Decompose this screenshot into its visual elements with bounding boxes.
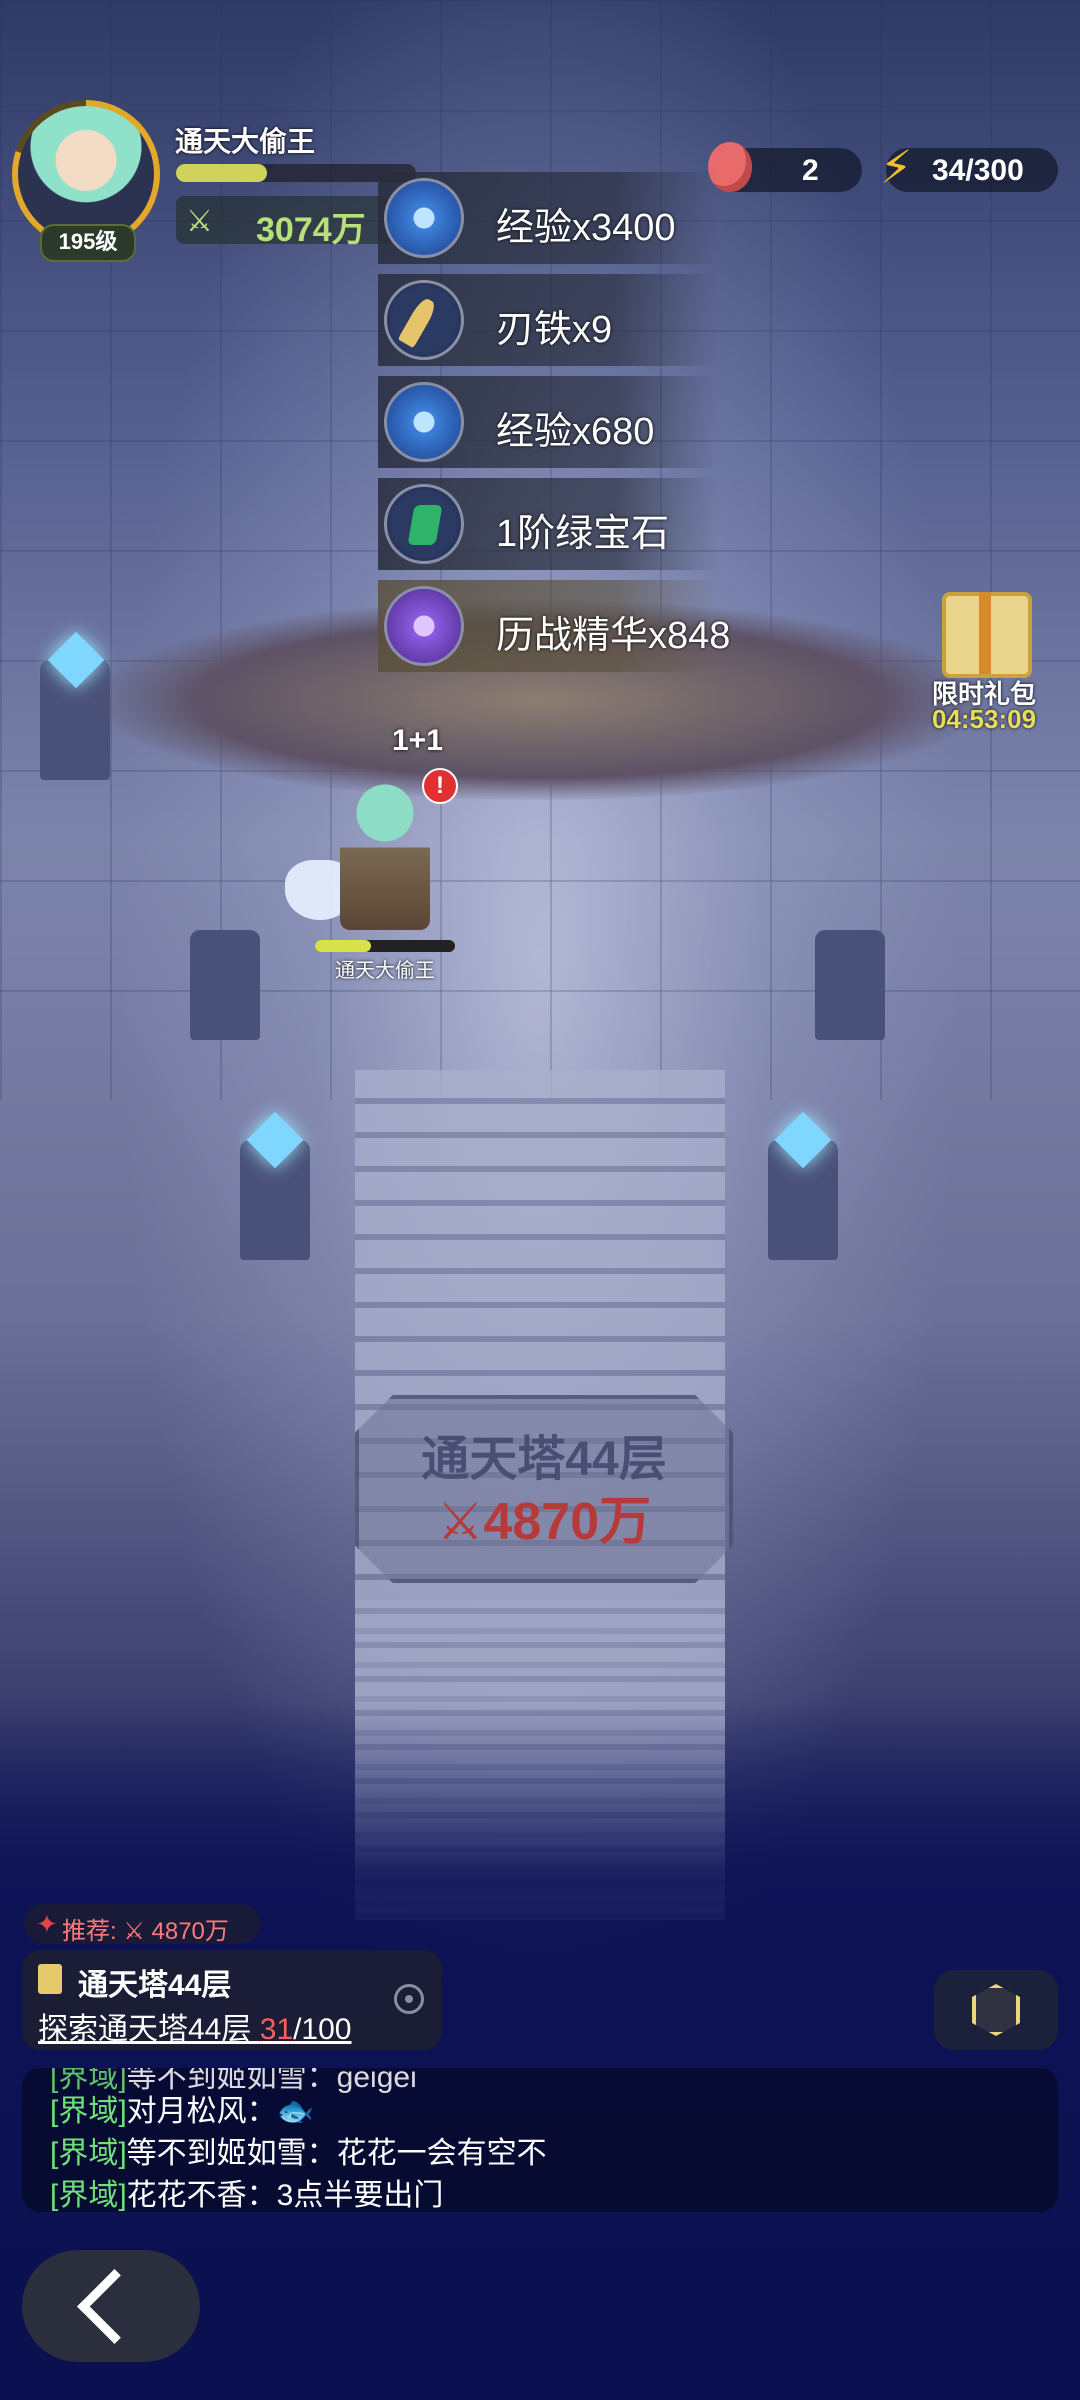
chat-line: [界域]对月松风：🐟 bbox=[50, 2095, 315, 2128]
chat-line: [界域]等不到姬如雪：花花一会有空不 bbox=[50, 2137, 547, 2170]
gift-box-icon bbox=[942, 592, 1032, 678]
green-gem-icon bbox=[384, 484, 464, 564]
reward-label: 1阶绿宝石 bbox=[496, 513, 670, 555]
peach-value: 2 bbox=[802, 154, 819, 187]
reward-label: 经验x3400 bbox=[496, 207, 676, 249]
avatar-image bbox=[18, 106, 154, 242]
hero-hp-fill bbox=[315, 940, 371, 952]
player-power-value: 3074万 bbox=[256, 211, 366, 249]
tower-floor-plate: 通天塔44层 ⚔4870万 bbox=[355, 1395, 733, 1583]
hero-character[interactable] bbox=[340, 780, 430, 930]
quest-desc: 探索通天塔44层 31/100 bbox=[38, 2013, 352, 2046]
quest-panel[interactable]: 通天塔44层 探索通天塔44层 31/100 bbox=[22, 1950, 442, 2050]
reward-item: 经验x680 bbox=[378, 376, 718, 468]
quest-total: /100 bbox=[293, 2013, 352, 2046]
reward-label: 经验x680 bbox=[496, 411, 655, 453]
level-badge: 195级 bbox=[40, 224, 136, 262]
back-button[interactable] bbox=[22, 2250, 200, 2362]
pillar bbox=[190, 930, 260, 1040]
blade-iron-icon bbox=[384, 280, 464, 360]
quest-title: 通天塔44层 bbox=[78, 1969, 232, 2002]
pillar bbox=[815, 930, 885, 1040]
crossed-swords-icon: ⚔ bbox=[436, 1493, 484, 1551]
energy-resource[interactable]: ⚡ 34/300 bbox=[880, 141, 1058, 193]
cube-button[interactable] bbox=[934, 1970, 1058, 2050]
exp-fill bbox=[176, 164, 268, 182]
player-name: 通天大偷王 bbox=[175, 126, 316, 157]
spark-icon: ✦ bbox=[36, 1909, 58, 1939]
limited-gift-button[interactable]: 限时礼包 04:53:09 bbox=[920, 592, 1048, 742]
target-icon[interactable] bbox=[394, 1984, 424, 2014]
cube-icon bbox=[972, 1984, 1020, 2036]
reward-item: 刃铁x9 bbox=[378, 274, 718, 366]
exp-orb-icon bbox=[384, 178, 464, 258]
reward-label: 历战精华x848 bbox=[496, 615, 731, 657]
peach-resource[interactable]: 2 bbox=[708, 142, 862, 192]
reward-label: 刃铁x9 bbox=[496, 309, 613, 351]
chevron-left-icon bbox=[77, 2269, 152, 2344]
energy-value: 34/300 bbox=[932, 154, 1024, 187]
lightning-icon: ⚡ bbox=[880, 141, 913, 193]
reward-item: 经验x3400 bbox=[378, 172, 718, 264]
crossed-swords-icon: ⚔ bbox=[186, 205, 213, 238]
gift-timer: 04:53:09 bbox=[931, 704, 1037, 734]
battle-essence-icon bbox=[384, 586, 464, 666]
player-power: ⚔ 3074万 bbox=[176, 196, 406, 249]
reward-item: 历战精华x848 bbox=[378, 580, 730, 672]
reward-item: 1阶绿宝石 bbox=[378, 478, 718, 570]
recommend-badge: ✦ 推荐: ⚔ 4870万 bbox=[24, 1904, 260, 1945]
tower-power-label: ⚔4870万 bbox=[436, 1493, 652, 1551]
chat-line: [界域]花花不香：3点半要出门 bbox=[50, 2179, 444, 2212]
quest-current: 31 bbox=[259, 2013, 294, 2046]
hero-hp-bar bbox=[315, 940, 455, 952]
chat-panel[interactable]: [界域]等不到姬如雪：geigei [界域]对月松风：🐟 [界域]等不到姬如雪：… bbox=[22, 2068, 1058, 2212]
hero-name: 通天大偷王 bbox=[335, 960, 435, 982]
drop-count: 1+1 bbox=[392, 724, 443, 757]
quest-scroll-icon bbox=[38, 1964, 62, 1994]
recommend-text: 推荐: ⚔ 4870万 bbox=[62, 1918, 229, 1945]
exp-orb-icon bbox=[384, 382, 464, 462]
